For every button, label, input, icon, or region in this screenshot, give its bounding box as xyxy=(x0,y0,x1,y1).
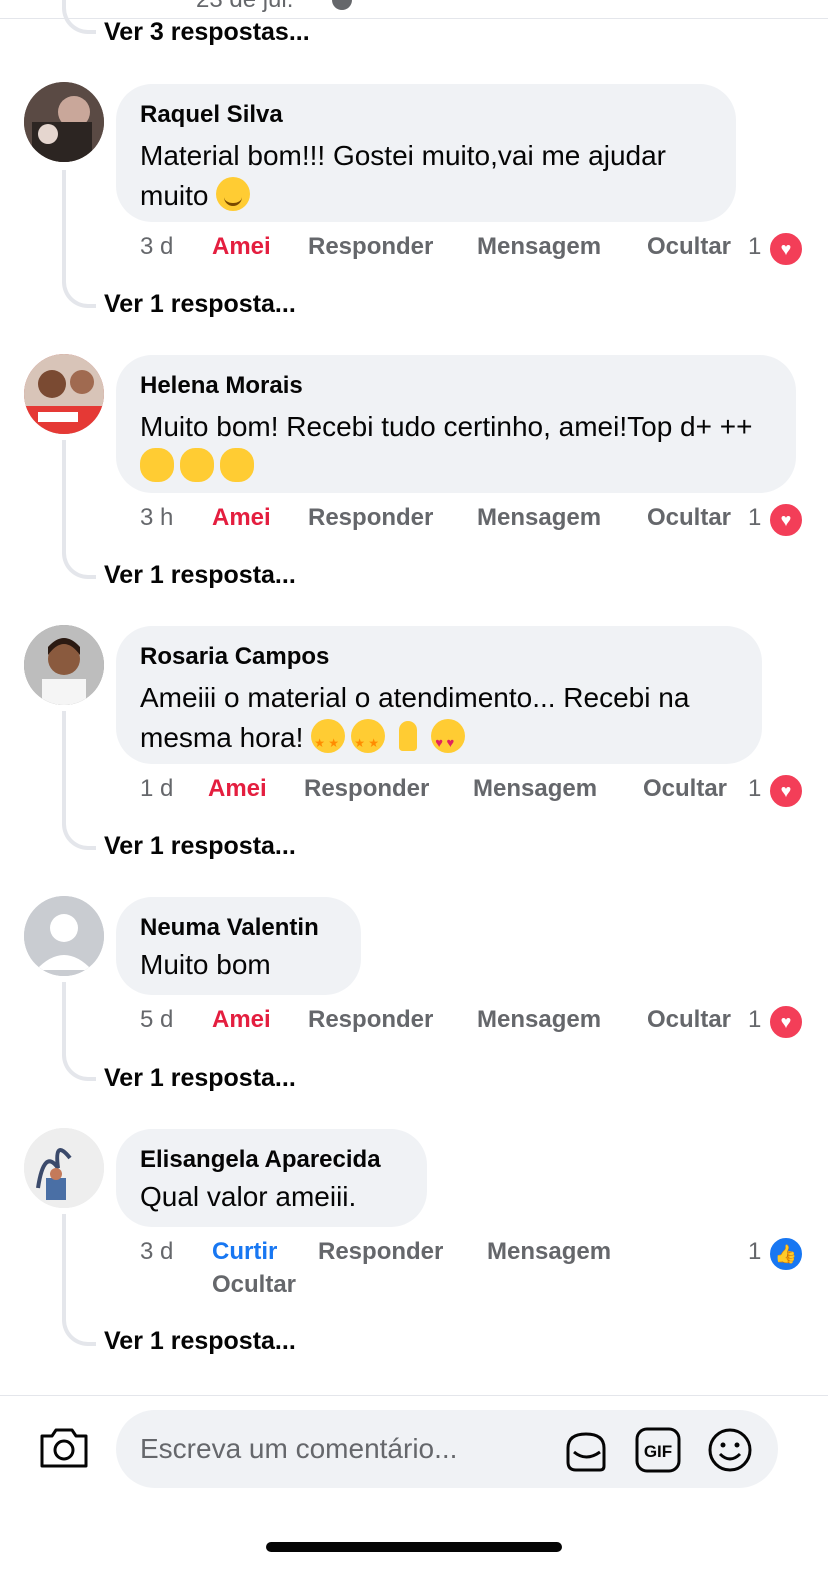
thread-line xyxy=(62,440,96,579)
message-button[interactable]: Mensagem xyxy=(477,233,601,261)
avatar[interactable] xyxy=(24,625,104,705)
reply-button[interactable]: Responder xyxy=(308,233,433,261)
default-avatar-icon xyxy=(24,896,104,976)
reaction-count[interactable]: 1 xyxy=(748,233,761,261)
comment-time[interactable]: 3 d xyxy=(140,233,173,261)
comment-text: Ameiii o material o atendimento... Receb… xyxy=(140,678,738,763)
comment-bubble[interactable]: Neuma Valentin Muito bom xyxy=(116,897,361,995)
comment-actions: 3 d Curtir Responder Mensagem Ocultar 1 … xyxy=(140,1236,810,1308)
reply-button[interactable]: Responder xyxy=(304,775,429,803)
avatar-photo xyxy=(24,82,104,162)
hugging-face-emoji xyxy=(180,448,214,482)
thread-line xyxy=(62,170,96,308)
message-button[interactable]: Mensagem xyxy=(477,1006,601,1034)
heart-icon[interactable]: ♥ xyxy=(768,231,804,267)
comment-actions: 5 d Amei Responder Mensagem Ocultar 1 ♥ xyxy=(140,1004,810,1046)
heart-eyes-emoji xyxy=(431,719,466,763)
hide-button[interactable]: Ocultar xyxy=(647,504,731,532)
message-button[interactable]: Mensagem xyxy=(473,775,597,803)
thread-line xyxy=(62,0,96,34)
sticker-icon[interactable] xyxy=(562,1426,610,1474)
comment-time[interactable]: 3 h xyxy=(140,504,173,532)
folded-hands-emoji xyxy=(391,719,425,753)
gif-icon[interactable]: GIF xyxy=(634,1426,682,1474)
heart-icon[interactable]: ♥ xyxy=(768,502,804,538)
comment-actions: 3 h Amei Responder Mensagem Ocultar 1 ♥ xyxy=(140,502,810,544)
globe-icon xyxy=(332,0,352,10)
comment-bubble[interactable]: Elisangela Aparecida Qual valor ameiii. xyxy=(116,1129,427,1227)
comment-text: Muito bom! Recebi tudo certinho, amei!To… xyxy=(140,407,772,487)
reply-button[interactable]: Responder xyxy=(308,1006,433,1034)
love-reaction-button[interactable]: Amei xyxy=(212,233,271,261)
love-reaction-button[interactable]: Amei xyxy=(212,1006,271,1034)
avatar[interactable] xyxy=(24,1128,104,1208)
hide-button[interactable]: Ocultar xyxy=(212,1271,296,1299)
like-reaction-button[interactable]: Curtir xyxy=(212,1238,277,1266)
view-replies-link[interactable]: Ver 3 respostas... xyxy=(104,18,310,47)
previous-comment-meta: 23 de jul. xyxy=(0,0,828,19)
comment-author[interactable]: Neuma Valentin xyxy=(140,913,337,943)
view-replies-link[interactable]: Ver 1 resposta... xyxy=(104,290,296,319)
view-replies-link[interactable]: Ver 1 resposta... xyxy=(104,1327,296,1356)
comment-time[interactable]: 5 d xyxy=(140,1006,173,1034)
gif-label: GIF xyxy=(644,1442,672,1461)
comment-text: Qual valor ameiii. xyxy=(140,1181,357,1212)
message-button[interactable]: Mensagem xyxy=(477,504,601,532)
heart-icon[interactable]: ♥ xyxy=(768,1004,804,1040)
star-struck-emoji xyxy=(351,719,386,763)
avatar[interactable] xyxy=(24,82,104,162)
thread-line xyxy=(62,711,96,850)
comment-text: Material bom!!! Gostei muito,vai me ajud… xyxy=(140,140,666,211)
message-button[interactable]: Mensagem xyxy=(487,1238,611,1266)
star-struck-emoji xyxy=(311,719,346,763)
thumbs-up-icon[interactable]: 👍 xyxy=(768,1236,804,1272)
comment-author[interactable]: Helena Morais xyxy=(140,371,772,401)
view-replies-link[interactable]: Ver 1 resposta... xyxy=(104,832,296,861)
comment-actions: 3 d Amei Responder Mensagem Ocultar 1 ♥ xyxy=(140,231,810,273)
avatar[interactable] xyxy=(24,354,104,434)
reaction-count[interactable]: 1 xyxy=(748,775,761,803)
comment-bubble[interactable]: Helena Morais Muito bom! Recebi tudo cer… xyxy=(116,355,796,493)
thread-line xyxy=(62,1214,96,1346)
avatar-photo xyxy=(24,625,104,705)
comment-time[interactable]: 3 d xyxy=(140,1238,173,1266)
avatar-photo xyxy=(24,1128,104,1208)
reply-button[interactable]: Responder xyxy=(318,1238,443,1266)
hide-button[interactable]: Ocultar xyxy=(643,775,727,803)
heart-icon[interactable]: ♥ xyxy=(768,773,804,809)
thread-line xyxy=(62,982,96,1081)
comment-author[interactable]: Elisangela Aparecida xyxy=(140,1145,403,1175)
hugging-face-emoji xyxy=(220,448,254,482)
comment-actions: 1 d Amei Responder Mensagem Ocultar 1 ♥ xyxy=(140,773,810,815)
comment-author[interactable]: Raquel Silva xyxy=(140,100,712,130)
comment-bubble[interactable]: Raquel Silva Material bom!!! Gostei muit… xyxy=(116,84,736,222)
love-reaction-button[interactable]: Amei xyxy=(208,775,267,803)
hide-button[interactable]: Ocultar xyxy=(647,233,731,261)
home-indicator[interactable] xyxy=(266,1542,562,1552)
comment-time[interactable]: 1 d xyxy=(140,775,173,803)
hide-button[interactable]: Ocultar xyxy=(647,1006,731,1034)
comment-bubble[interactable]: Rosaria Campos Ameiii o material o atend… xyxy=(116,626,762,764)
reply-button[interactable]: Responder xyxy=(308,504,433,532)
view-replies-link[interactable]: Ver 1 resposta... xyxy=(104,1064,296,1093)
comment-text: Muito bom xyxy=(140,949,271,980)
love-reaction-button[interactable]: Amei xyxy=(212,504,271,532)
smiling-face-emoji xyxy=(216,177,251,211)
emoji-icon[interactable] xyxy=(706,1426,754,1474)
avatar-photo xyxy=(24,354,104,434)
previous-timestamp: 23 de jul. xyxy=(196,0,293,14)
avatar[interactable] xyxy=(24,896,104,976)
camera-icon[interactable] xyxy=(38,1426,90,1470)
reaction-count[interactable]: 1 xyxy=(748,504,761,532)
reaction-count[interactable]: 1 xyxy=(748,1238,761,1266)
hugging-face-emoji xyxy=(140,448,174,482)
reaction-count[interactable]: 1 xyxy=(748,1006,761,1034)
comment-author[interactable]: Rosaria Campos xyxy=(140,642,738,672)
view-replies-link[interactable]: Ver 1 resposta... xyxy=(104,561,296,590)
